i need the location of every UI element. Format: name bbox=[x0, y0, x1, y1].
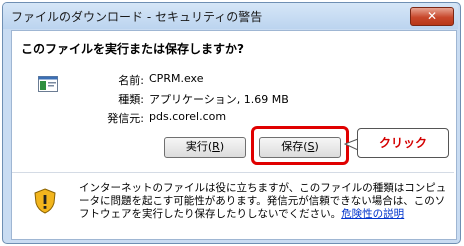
save-highlight-frame bbox=[251, 126, 349, 165]
source-value: pds.corel.com bbox=[149, 110, 227, 123]
application-icon bbox=[38, 76, 58, 92]
window-title: ファイルのダウンロード - セキュリティの警告 bbox=[11, 10, 263, 24]
type-label: 種類: bbox=[118, 93, 144, 106]
type-value: アプリケーション, 1.69 MB bbox=[149, 93, 289, 106]
run-button-label-close: ) bbox=[219, 140, 225, 153]
divider bbox=[12, 172, 454, 173]
source-label: 発信元: bbox=[107, 112, 144, 125]
title-bar[interactable]: ファイルのダウンロード - セキュリティの警告 ✕ bbox=[3, 3, 458, 29]
risk-explanation-link[interactable]: 危険性の説明 bbox=[341, 208, 404, 220]
click-callout: クリック bbox=[357, 128, 449, 158]
callout-text: クリック bbox=[378, 136, 427, 150]
name-label: 名前: bbox=[118, 74, 144, 87]
close-button[interactable]: ✕ bbox=[410, 7, 454, 26]
run-button-accesskey: R bbox=[212, 140, 220, 153]
warning-text: インターネットのファイルは役に立ちますが、このファイルの種類はコンピュータに問題… bbox=[79, 182, 451, 221]
name-value: CPRM.exe bbox=[149, 72, 204, 85]
close-icon: ✕ bbox=[426, 9, 438, 23]
run-button[interactable]: 実行(R) bbox=[164, 137, 246, 158]
warning-shield-icon bbox=[34, 188, 56, 214]
run-button-label: 実行( bbox=[185, 140, 213, 153]
question-heading: このファイルを実行または保存しますか? bbox=[21, 42, 244, 56]
